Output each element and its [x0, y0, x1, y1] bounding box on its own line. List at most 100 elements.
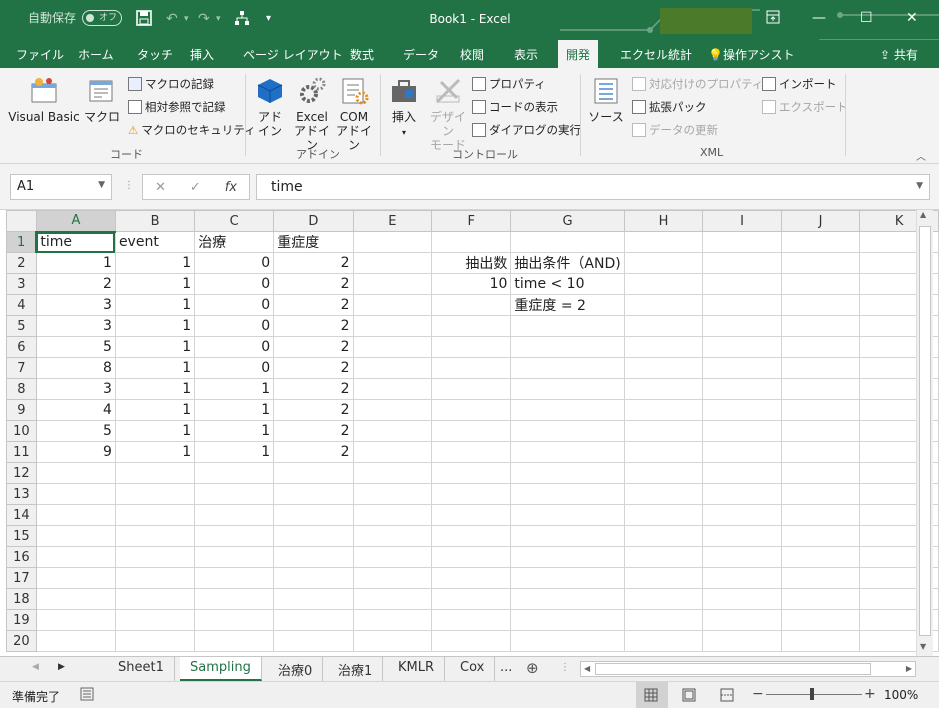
cell[interactable] [702, 546, 782, 568]
com-addins-button[interactable]: COM アドイン [334, 76, 374, 152]
undo-dropdown-icon[interactable]: ▾ [184, 10, 189, 28]
excel-addins-button[interactable]: Excel アドイン [292, 76, 332, 152]
formula-input[interactable]: time ▼ [256, 174, 930, 200]
cell[interactable] [780, 462, 861, 484]
cell[interactable]: 5 [35, 420, 116, 442]
cell[interactable]: 抽出数 [431, 252, 512, 274]
cell[interactable] [431, 546, 512, 568]
row-header[interactable]: 11 [6, 441, 37, 463]
row-header[interactable]: 3 [6, 273, 37, 295]
cancel-icon[interactable]: ✕ [155, 180, 166, 195]
cell[interactable]: 1 [114, 315, 196, 337]
cell[interactable] [352, 588, 433, 610]
cell[interactable] [702, 231, 782, 253]
cell[interactable] [352, 420, 433, 442]
cell[interactable] [780, 525, 861, 547]
cell[interactable] [510, 504, 625, 526]
tab-page-layout[interactable]: ページ レイアウト [243, 46, 343, 63]
map-properties-button[interactable]: 対応付けのプロパティ [632, 76, 763, 92]
column-header[interactable]: E [352, 210, 433, 232]
column-header[interactable]: I [702, 210, 782, 232]
cell[interactable]: 3 [35, 315, 116, 337]
cell[interactable] [623, 525, 704, 547]
vertical-scrollbar[interactable]: ▲ ▼ [916, 210, 933, 656]
relative-ref-button[interactable]: 相対参照で記録 [128, 99, 226, 115]
sheet-tab[interactable]: KMLR [388, 657, 446, 681]
cell[interactable] [273, 609, 354, 631]
cell[interactable] [510, 546, 625, 568]
cell[interactable] [431, 336, 512, 358]
autosave-toggle[interactable]: オフ [82, 9, 123, 26]
cell[interactable]: 1 [194, 378, 275, 400]
cell[interactable] [623, 315, 704, 337]
cell[interactable]: 1 [114, 441, 196, 463]
sheet-tab[interactable]: Sheet1 [108, 657, 175, 681]
cell[interactable] [702, 630, 782, 652]
cell[interactable] [623, 630, 704, 652]
row-header[interactable]: 5 [6, 315, 37, 337]
visual-basic-button[interactable]: Visual Basic [8, 76, 80, 124]
cell[interactable]: 1 [114, 357, 196, 379]
page-break-icon[interactable] [720, 688, 734, 705]
run-dialog-button[interactable]: ダイアログの実行 [472, 122, 581, 138]
cell[interactable] [35, 567, 116, 589]
cell[interactable] [194, 630, 275, 652]
cell[interactable]: 2 [35, 273, 116, 295]
cell[interactable] [431, 420, 512, 442]
cell[interactable]: 2 [273, 315, 354, 337]
row-header[interactable]: 9 [6, 399, 37, 421]
cell[interactable] [431, 315, 512, 337]
cell[interactable]: 1 [35, 252, 116, 274]
cell[interactable] [194, 546, 275, 568]
cell[interactable] [780, 504, 861, 526]
redo-icon[interactable]: ↷ [198, 10, 210, 28]
cell[interactable]: 治療 [194, 231, 275, 253]
share-button[interactable]: ⇪ 共有 [880, 46, 918, 63]
cell[interactable] [35, 462, 116, 484]
cell[interactable]: 1 [114, 420, 196, 442]
cell[interactable]: 重症度 [273, 231, 354, 253]
column-header[interactable]: B [114, 210, 196, 232]
cell[interactable] [273, 462, 354, 484]
cell[interactable]: 2 [273, 441, 354, 463]
cell[interactable] [114, 525, 196, 547]
cell[interactable]: 1 [114, 294, 196, 316]
cell[interactable]: 0 [194, 252, 275, 274]
cell[interactable] [623, 420, 704, 442]
cell[interactable] [431, 462, 512, 484]
cell[interactable]: 抽出条件（AND) [510, 252, 625, 274]
insert-control-button[interactable]: 挿入 ▾ [386, 76, 422, 140]
cell[interactable]: 5 [35, 336, 116, 358]
cell[interactable] [352, 315, 433, 337]
cell[interactable]: 2 [273, 420, 354, 442]
cell[interactable]: 2 [273, 273, 354, 295]
cell[interactable] [194, 483, 275, 505]
export-button[interactable]: エクスポート [762, 99, 848, 115]
cell[interactable]: 0 [194, 315, 275, 337]
cell[interactable] [431, 609, 512, 631]
tab-home[interactable]: ホーム [78, 46, 114, 63]
scroll-left-icon[interactable]: ◀ [584, 664, 590, 673]
expand-formula-icon[interactable]: ▼ [916, 181, 923, 191]
cell[interactable] [352, 357, 433, 379]
cell[interactable] [702, 441, 782, 463]
cell[interactable] [623, 399, 704, 421]
cell[interactable] [510, 567, 625, 589]
cell[interactable] [431, 588, 512, 610]
cell[interactable] [273, 483, 354, 505]
cell[interactable] [273, 504, 354, 526]
zoom-out-icon[interactable]: − [752, 686, 764, 702]
cell[interactable] [702, 399, 782, 421]
zoom-in-icon[interactable]: + [864, 686, 876, 702]
cell[interactable]: 2 [273, 294, 354, 316]
cell[interactable] [702, 378, 782, 400]
minimize-icon[interactable]: — [812, 10, 826, 26]
cell[interactable]: 1 [114, 252, 196, 274]
cell[interactable] [780, 378, 861, 400]
cell[interactable] [114, 567, 196, 589]
cell[interactable] [114, 462, 196, 484]
addin-button[interactable]: アド イン [252, 76, 288, 138]
cell[interactable] [780, 336, 861, 358]
import-button[interactable]: インポート [762, 76, 837, 92]
cell[interactable] [780, 546, 861, 568]
